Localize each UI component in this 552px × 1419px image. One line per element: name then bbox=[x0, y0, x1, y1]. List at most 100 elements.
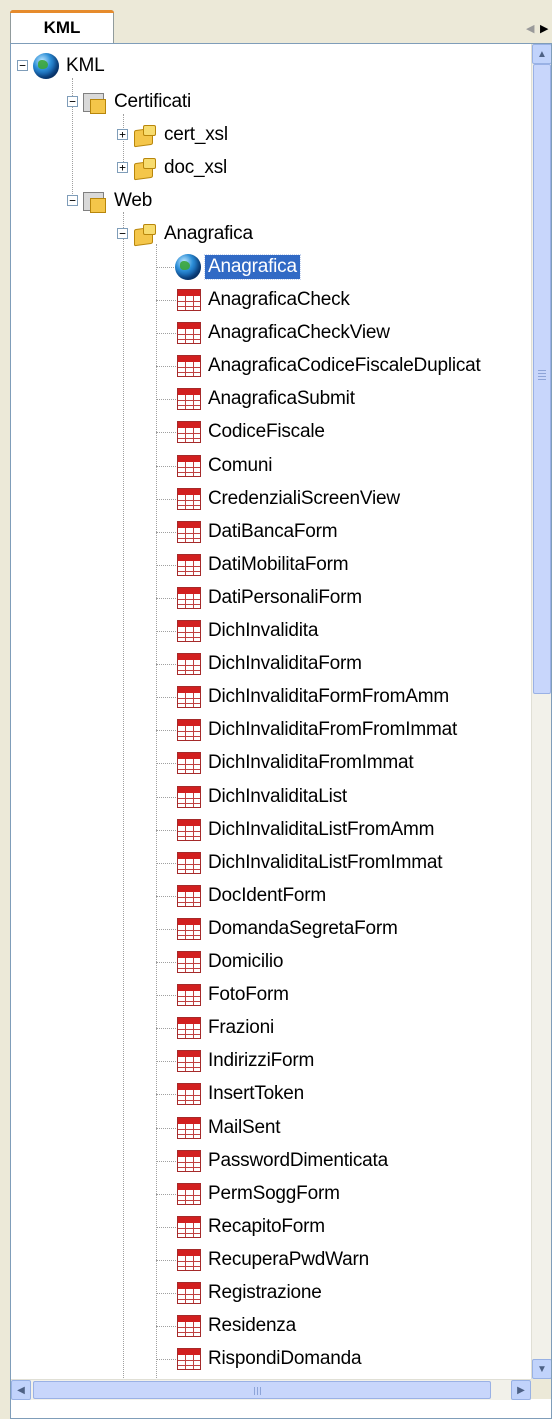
collapse-toggle-icon[interactable]: − bbox=[17, 60, 28, 71]
tree-node-item[interactable]: DatiPersonaliForm bbox=[177, 582, 365, 614]
tree-node-label: DichInvaliditaForm bbox=[208, 653, 362, 674]
tree-node-cert-xsl[interactable]: cert_xsl bbox=[131, 119, 231, 151]
tree-view[interactable]: − KML − Certificati + cert_xsl + doc_xsl… bbox=[11, 44, 531, 1379]
tab-strip: KML ◀ ▶ bbox=[0, 0, 552, 44]
expand-toggle-icon[interactable]: + bbox=[117, 129, 128, 140]
tab-scroll-left-icon[interactable]: ◀ bbox=[526, 22, 534, 35]
tab-kml[interactable]: KML bbox=[10, 10, 114, 44]
tree-node-item[interactable]: PasswordDimenticata bbox=[177, 1145, 391, 1177]
tree-node-label: PasswordDimenticata bbox=[208, 1150, 388, 1171]
tree-node-kml[interactable]: KML bbox=[33, 50, 107, 82]
tree-node-item[interactable]: AnagraficaCheck bbox=[177, 284, 353, 316]
tree-node-item[interactable]: CredenzialiScreenView bbox=[177, 483, 403, 515]
tree-node-item[interactable]: DichInvaliditaForm bbox=[177, 648, 365, 680]
table-icon bbox=[177, 1282, 201, 1304]
table-icon bbox=[177, 554, 201, 576]
horizontal-scroll-thumb[interactable] bbox=[33, 1381, 491, 1399]
vertical-scroll-thumb[interactable] bbox=[533, 64, 551, 694]
tree-node-item[interactable]: DichInvaliditaList bbox=[177, 781, 350, 813]
table-icon bbox=[177, 1150, 201, 1172]
scroll-up-button[interactable]: ▲ bbox=[532, 44, 551, 64]
tree-node-anagrafica-selected[interactable]: Anagrafica bbox=[175, 251, 301, 283]
table-icon bbox=[177, 1083, 201, 1105]
tree-node-item[interactable]: DatiMobilitaForm bbox=[177, 549, 351, 581]
tree-node-item[interactable]: CodiceFiscale bbox=[177, 416, 328, 448]
table-icon bbox=[177, 421, 201, 443]
tree-node-item[interactable]: DomandaSegretaForm bbox=[177, 913, 401, 945]
tree-node-item[interactable]: DichInvaliditaListFromAmm bbox=[177, 814, 437, 846]
tree-node-label: DatiBancaForm bbox=[208, 521, 338, 542]
expand-toggle-icon[interactable]: + bbox=[117, 162, 128, 173]
tree-node-item[interactable]: Residenza bbox=[177, 1310, 299, 1342]
tree-node-label: DichInvaliditaFromFromImmat bbox=[208, 719, 458, 740]
collapse-toggle-icon[interactable]: − bbox=[117, 228, 128, 239]
tree-node-item[interactable]: PermSoggForm bbox=[177, 1178, 343, 1210]
table-icon bbox=[177, 322, 201, 344]
globe-icon bbox=[175, 254, 201, 280]
package-icon bbox=[131, 122, 157, 148]
tree-node-item[interactable]: InsertToken bbox=[177, 1078, 307, 1110]
tree-node-item[interactable]: Domicilio bbox=[177, 946, 286, 978]
tree-node-item[interactable]: DichInvaliditaFormFromAmm bbox=[177, 681, 452, 713]
scroll-left-button[interactable]: ◀ bbox=[11, 1380, 31, 1400]
table-icon bbox=[177, 488, 201, 510]
tree-node-item[interactable]: AnagraficaCodiceFiscaleDuplicat bbox=[177, 350, 484, 382]
tree-node-label: Frazioni bbox=[208, 1017, 274, 1038]
package-set-icon bbox=[81, 188, 107, 214]
tree-node-label: Certificati bbox=[114, 91, 191, 112]
tree-node-label: doc_xsl bbox=[164, 157, 228, 178]
tree-node-item[interactable]: DichInvaliditaListFromImmat bbox=[177, 847, 445, 879]
tree-node-label: RecuperaPwdWarn bbox=[208, 1249, 370, 1270]
tree-node-item[interactable]: Comuni bbox=[177, 450, 275, 482]
table-icon bbox=[177, 455, 201, 477]
tree-node-label: Domicilio bbox=[208, 951, 284, 972]
table-icon bbox=[177, 752, 201, 774]
tree-node-label: DichInvaliditaListFromImmat bbox=[208, 852, 443, 873]
tree-node-label: DichInvaliditaListFromAmm bbox=[208, 819, 435, 840]
tree-node-item[interactable]: Frazioni bbox=[177, 1012, 277, 1044]
tree-node-item[interactable]: DichInvaliditaFromImmat bbox=[177, 747, 417, 779]
tree-node-anagrafica-package[interactable]: Anagrafica bbox=[131, 218, 256, 250]
tree-node-web[interactable]: Web bbox=[81, 185, 155, 217]
tree-panel: − KML − Certificati + cert_xsl + doc_xsl… bbox=[10, 43, 552, 1419]
vertical-scrollbar[interactable]: ▲ ▼ bbox=[531, 44, 551, 1379]
collapse-toggle-icon[interactable]: − bbox=[67, 195, 78, 206]
tree-node-item[interactable]: DatiBancaForm bbox=[177, 516, 340, 548]
table-icon bbox=[177, 620, 201, 642]
table-icon bbox=[177, 786, 201, 808]
tab-scroll-right-icon[interactable]: ▶ bbox=[540, 22, 548, 35]
table-icon bbox=[177, 885, 201, 907]
tree-node-item[interactable]: MailSent bbox=[177, 1112, 283, 1144]
collapse-toggle-icon[interactable]: − bbox=[67, 96, 78, 107]
tree-node-item[interactable]: AnagraficaCheckView bbox=[177, 317, 393, 349]
tree-node-certificati[interactable]: Certificati bbox=[81, 86, 194, 118]
tree-node-label: DatiMobilitaForm bbox=[208, 554, 349, 575]
tree-node-item[interactable]: RecuperaPwdWarn bbox=[177, 1244, 372, 1276]
tree-node-item[interactable]: IndirizziForm bbox=[177, 1045, 317, 1077]
table-icon bbox=[177, 355, 201, 377]
table-icon bbox=[177, 918, 201, 940]
scroll-right-button[interactable]: ▶ bbox=[511, 1380, 531, 1400]
tree-node-label: DomandaSegretaForm bbox=[208, 918, 398, 939]
tree-node-label: AnagraficaCheckView bbox=[208, 322, 390, 343]
horizontal-scrollbar[interactable]: ◀ ▶ bbox=[11, 1379, 531, 1400]
tab-label: KML bbox=[43, 17, 81, 37]
package-set-icon bbox=[81, 89, 107, 115]
scroll-down-button[interactable]: ▼ bbox=[532, 1359, 551, 1379]
tree-node-item[interactable]: DocIdentForm bbox=[177, 880, 329, 912]
tree-node-item[interactable]: DichInvalidita bbox=[177, 615, 321, 647]
tree-node-item[interactable]: Registrazione bbox=[177, 1277, 325, 1309]
package-icon bbox=[131, 155, 157, 181]
tree-node-item[interactable]: FotoForm bbox=[177, 979, 292, 1011]
table-icon bbox=[177, 388, 201, 410]
tree-node-label: InsertToken bbox=[208, 1083, 305, 1104]
tree-node-item[interactable]: RispondiDomanda bbox=[177, 1343, 364, 1375]
table-icon bbox=[177, 1249, 201, 1271]
tree-node-item[interactable]: AnagraficaSubmit bbox=[177, 383, 358, 415]
tree-node-label: DatiPersonaliForm bbox=[208, 587, 362, 608]
tree-node-item[interactable]: DichInvaliditaFromFromImmat bbox=[177, 714, 460, 746]
tree-node-item[interactable]: RecapitoForm bbox=[177, 1211, 328, 1243]
tree-node-label: DocIdentForm bbox=[208, 885, 326, 906]
tree-node-doc-xsl[interactable]: doc_xsl bbox=[131, 152, 230, 184]
tree-node-label: DichInvaliditaFromImmat bbox=[208, 752, 414, 773]
